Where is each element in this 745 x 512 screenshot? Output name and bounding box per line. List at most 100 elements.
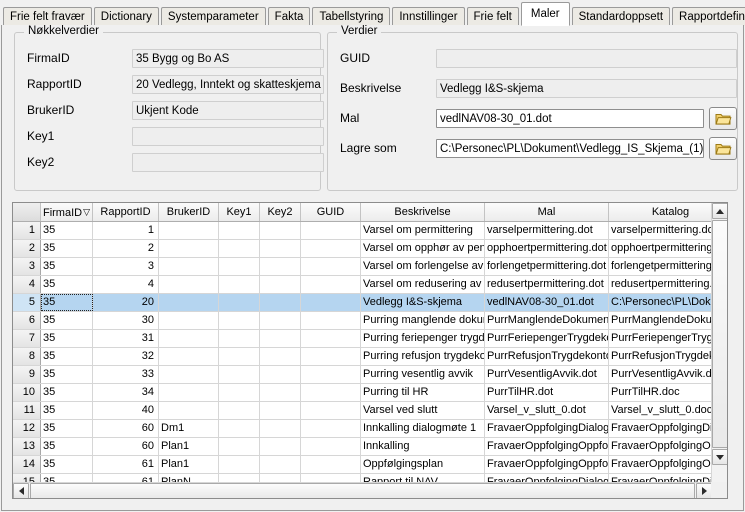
grid-vertical-scrollbar[interactable] (711, 203, 727, 482)
cell-firmaid[interactable]: 35 (41, 258, 93, 275)
cell-rapportid[interactable]: 34 (93, 384, 159, 401)
cell-katalog[interactable]: opphoertpermittering.doc (609, 240, 712, 257)
cell-brukerid[interactable] (159, 384, 219, 401)
cell-key2[interactable] (260, 276, 301, 293)
tab-rapportdefinisjoner-altinn[interactable]: Rapportdefinisjoner Altinn (672, 7, 745, 26)
cell-mal[interactable]: PurrTilHR.dot (485, 384, 609, 401)
cell-key2[interactable] (260, 438, 301, 455)
tab-innstillinger[interactable]: Innstillinger (392, 7, 465, 26)
input-brukerid[interactable]: Ukjent Kode (132, 101, 324, 120)
cell-rapportid[interactable]: 32 (93, 348, 159, 365)
table-row[interactable]: 1 35 1 Varsel om permittering varselpermitte… (13, 222, 712, 240)
cell-guid[interactable] (301, 240, 361, 257)
cell-beskrivelse[interactable]: Innkalling (361, 438, 485, 455)
cell-guid[interactable] (301, 402, 361, 419)
cell-guid[interactable] (301, 312, 361, 329)
cell-mal[interactable]: redusertpermittering.dot (485, 276, 609, 293)
grid-header-firmaid[interactable]: FirmaID▽ (41, 203, 93, 221)
cell-brukerid[interactable] (159, 348, 219, 365)
cell-mal[interactable]: Varsel_v_slutt_0.dot (485, 402, 609, 419)
cell-beskrivelse[interactable]: Purring manglende dokumentasjon (361, 312, 485, 329)
cell-firmaid[interactable]: 35 (41, 420, 93, 437)
cell-brukerid[interactable] (159, 240, 219, 257)
cell-key1[interactable] (219, 276, 260, 293)
grid-header-brukerid[interactable]: BrukerID (159, 203, 219, 221)
cell-guid[interactable] (301, 222, 361, 239)
tab-tabellstyring[interactable]: Tabellstyring (312, 7, 391, 26)
grid-header-key1[interactable]: Key1 (219, 203, 260, 221)
grid-header-beskrivelse[interactable]: Beskrivelse (361, 203, 485, 221)
cell-brukerid[interactable]: Plan1 (159, 438, 219, 455)
cell-firmaid[interactable]: 35 (41, 294, 93, 311)
cell-beskrivelse[interactable]: Oppfølgingsplan (361, 456, 485, 473)
grid-horizontal-scrollbar[interactable] (13, 482, 712, 498)
cell-firmaid[interactable]: 35 (41, 438, 93, 455)
cell-key2[interactable] (260, 474, 301, 482)
cell-key2[interactable] (260, 240, 301, 257)
table-row[interactable]: 11 35 40 Varsel ved slutt Varsel_v_slutt_0.d… (13, 402, 712, 420)
cell-rapportid[interactable]: 30 (93, 312, 159, 329)
cell-rapportid[interactable]: 3 (93, 258, 159, 275)
cell-key1[interactable] (219, 438, 260, 455)
cell-key1[interactable] (219, 330, 260, 347)
cell-beskrivelse[interactable]: Purring vesentlig avvik (361, 366, 485, 383)
table-row[interactable]: 2352Varsel om opphør av pensjonopphoertp… (13, 240, 712, 258)
scroll-down-button[interactable] (712, 449, 727, 465)
grid-header-guid[interactable]: GUID (301, 203, 361, 221)
cell-key2[interactable] (260, 222, 301, 239)
table-row[interactable]: 14 35 61 Plan1 Oppfølgingsplan FravaerOppfolg… (13, 456, 712, 474)
cell-key1[interactable] (219, 240, 260, 257)
tab-maler[interactable]: Maler (520, 2, 570, 26)
input-mal[interactable]: vedlNAV08-30_01.dot (436, 109, 704, 128)
cell-rownum[interactable]: 8 (13, 348, 41, 365)
table-row[interactable]: 5 35 20 Vedlegg I&S-skjema vedlNAV08-30_01.d… (13, 294, 712, 312)
cell-mal[interactable]: PurrFeriepengerTrygdekontor.dot (485, 330, 609, 347)
cell-katalog[interactable]: forlengetpermittering.doc (609, 258, 712, 275)
browse-lagre-som-button[interactable] (709, 137, 737, 160)
tab-frie-felt[interactable]: Frie felt (466, 7, 519, 26)
cell-katalog[interactable]: PurrVesentligAvvik.doc (609, 366, 712, 383)
cell-katalog[interactable]: PurrManglendeDokumentasjon.doc (609, 312, 712, 329)
cell-firmaid[interactable]: 35 (41, 402, 93, 419)
table-row[interactable]: 13 35 60 Plan1 Innkalling FravaerOppfolgingOp… (13, 438, 712, 456)
cell-firmaid[interactable]: 35 (41, 456, 93, 473)
scroll-left-button[interactable] (13, 483, 29, 498)
cell-rapportid[interactable]: 60 (93, 438, 159, 455)
cell-brukerid[interactable]: PlanN (159, 474, 219, 482)
cell-beskrivelse[interactable]: Vedlegg I&S-skjema (361, 294, 485, 311)
scroll-right-button[interactable] (696, 483, 712, 498)
tab-frie-felt-frav-r[interactable]: Frie felt fravær (3, 7, 92, 26)
grid-header-rapportid[interactable]: RapportID (93, 203, 159, 221)
cell-katalog[interactable]: PurrFeriepengerTrygdekontor.doc (609, 330, 712, 347)
cell-rownum[interactable]: 6 (13, 312, 41, 329)
grid-header-key2[interactable]: Key2 (260, 203, 301, 221)
table-row[interactable]: 73531Purring feriepenger trygdekontorPur… (13, 330, 712, 348)
maler-data-grid[interactable]: FirmaID▽ RapportID BrukerID Key1 Key2 GUID Bes… (12, 202, 728, 499)
tab-systemparameter[interactable]: Systemparameter (160, 7, 266, 26)
cell-mal[interactable]: FravaerOppfolgingDialogmote.dot (485, 420, 609, 437)
cell-key2[interactable] (260, 348, 301, 365)
cell-brukerid[interactable] (159, 366, 219, 383)
cell-guid[interactable] (301, 456, 361, 473)
cell-brukerid[interactable] (159, 294, 219, 311)
cell-firmaid[interactable]: 35 (41, 474, 93, 482)
cell-mal[interactable]: varselpermittering.dot (485, 222, 609, 239)
tab-fakta[interactable]: Fakta (267, 7, 311, 26)
cell-katalog[interactable]: C:\Personec\PL\Dokument (609, 294, 712, 311)
cell-mal[interactable]: PurrRefusjonTrygdekontor.dot (485, 348, 609, 365)
cell-rapportid[interactable]: 4 (93, 276, 159, 293)
cell-brukerid[interactable]: Plan1 (159, 456, 219, 473)
table-row[interactable]: 15 35 61 PlanN Rapport til NAV FravaerOppfolg… (13, 474, 712, 482)
cell-key1[interactable] (219, 258, 260, 275)
cell-key2[interactable] (260, 402, 301, 419)
table-row[interactable]: 10 35 34 Purring til HR PurrTilHR.dot PurrTil… (13, 384, 712, 402)
cell-rapportid[interactable]: 60 (93, 420, 159, 437)
input-key1[interactable] (132, 127, 324, 146)
horizontal-scroll-thumb[interactable] (30, 483, 695, 498)
cell-brukerid[interactable] (159, 330, 219, 347)
scroll-up-button[interactable] (712, 203, 727, 219)
cell-rownum[interactable]: 14 (13, 456, 41, 473)
cell-brukerid[interactable]: Dm1 (159, 420, 219, 437)
cell-rownum[interactable]: 12 (13, 420, 41, 437)
cell-rapportid[interactable]: 31 (93, 330, 159, 347)
